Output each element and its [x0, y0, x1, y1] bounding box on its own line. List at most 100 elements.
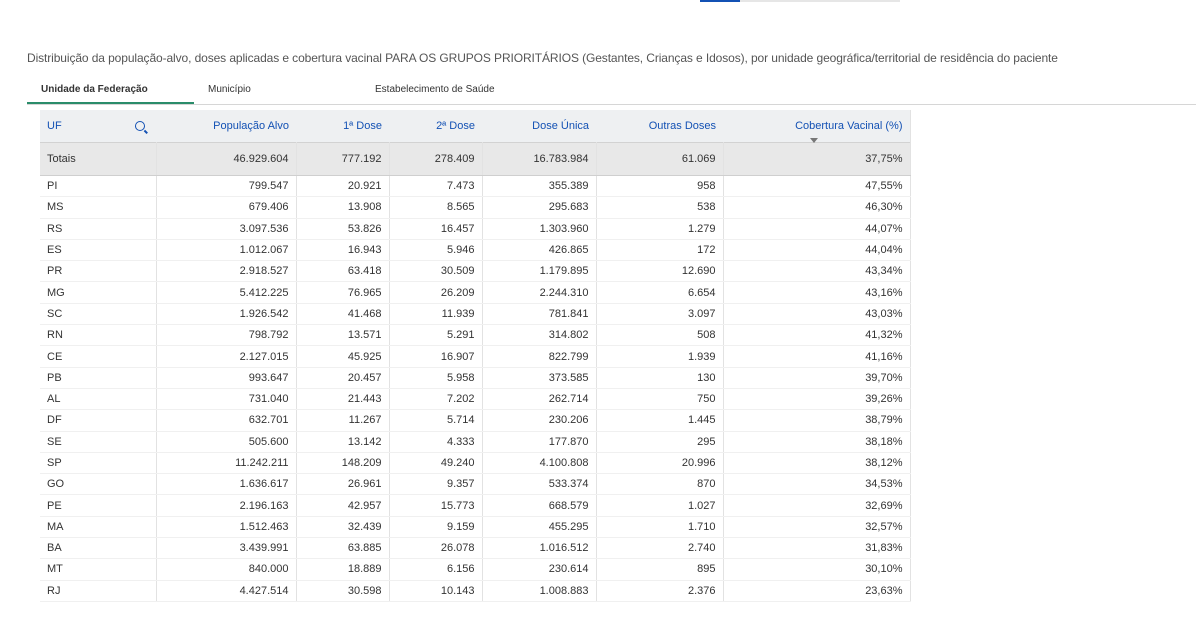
cell-dose2: 9.159 — [389, 516, 483, 539]
cell-cobertura: 43,34% — [723, 260, 911, 283]
cell-dose1: 148.209 — [296, 452, 390, 475]
cell-dose-unica: 314.802 — [482, 324, 597, 347]
table-row[interactable]: RS 3.097.536 53.826 16.457 1.303.960 1.279 44,… — [40, 218, 911, 240]
table-row[interactable]: RJ 4.427.514 30.598 10.143 1.008.883 2.376 23,… — [40, 580, 911, 602]
top-progress-segment — [700, 0, 740, 2]
cell-outras-doses: 895 — [596, 558, 724, 581]
cell-dose-unica: 1.303.960 — [482, 218, 597, 240]
cell-dose-unica: 373.585 — [482, 367, 597, 389]
cell-dose2: 7.473 — [389, 175, 483, 198]
cell-populacao: 679.406 — [156, 196, 297, 219]
cell-outras-doses: 295 — [596, 431, 724, 453]
column-header-dose2[interactable]: 2ª Dose — [389, 110, 482, 143]
table-row[interactable]: SE 505.600 13.142 4.333 177.870 295 38,18% — [40, 431, 911, 453]
cell-populacao: 5.412.225 — [156, 281, 297, 304]
cell-cobertura: 47,55% — [723, 175, 911, 198]
cell-uf: PI — [40, 175, 157, 198]
cell-dose2: 8.565 — [389, 196, 483, 219]
cell-dose2: 49.240 — [389, 452, 483, 475]
tab-unidade-federacao[interactable]: Unidade da Federação — [41, 84, 148, 95]
column-header-label: Cobertura Vacinal (%) — [795, 120, 903, 132]
cell-outras-doses: 1.279 — [596, 218, 724, 240]
totals-outras-doses: 61.069 — [596, 142, 724, 176]
column-header-dose-unica[interactable]: Dose Única — [482, 110, 596, 143]
table-row[interactable]: PE 2.196.163 42.957 15.773 668.579 1.027 32,69… — [40, 494, 911, 517]
table-row[interactable]: ES 1.012.067 16.943 5.946 426.865 172 44,04% — [40, 239, 911, 262]
cell-outras-doses: 20.996 — [596, 452, 724, 475]
column-header-dose1[interactable]: 1ª Dose — [296, 110, 389, 143]
cell-populacao: 1.636.617 — [156, 473, 297, 496]
cell-outras-doses: 870 — [596, 473, 724, 496]
cell-dose-unica: 1.008.883 — [482, 580, 597, 602]
table-row[interactable]: PR 2.918.527 63.418 30.509 1.179.895 12.690 43… — [40, 260, 911, 283]
table-row[interactable]: GO 1.636.617 26.961 9.357 533.374 870 34,53% — [40, 473, 911, 496]
cell-uf: RJ — [40, 580, 157, 602]
cell-uf: MA — [40, 516, 157, 539]
tab-municipio[interactable]: Município — [208, 84, 251, 95]
cell-dose2: 7.202 — [389, 388, 483, 411]
cell-populacao: 993.647 — [156, 367, 297, 389]
cell-populacao: 505.600 — [156, 431, 297, 453]
table-row[interactable]: MS 679.406 13.908 8.565 295.683 538 46,30% — [40, 196, 911, 219]
table-row[interactable]: AL 731.040 21.443 7.202 262.714 750 39,26% — [40, 388, 911, 411]
cell-outras-doses: 2.376 — [596, 580, 724, 602]
sort-desc-icon[interactable] — [810, 138, 819, 143]
table-row[interactable]: PI 799.547 20.921 7.473 355.389 958 47,55% — [40, 175, 911, 198]
table-header-row: UF População Alvo 1ª Dose 2ª Dose Dose Ú… — [40, 110, 911, 143]
cell-dose-unica: 1.016.512 — [482, 537, 597, 560]
cell-dose1: 45.925 — [296, 345, 390, 368]
column-header-populacao[interactable]: População Alvo — [156, 110, 296, 143]
cell-uf: DF — [40, 409, 157, 432]
cell-uf: GO — [40, 473, 157, 496]
cell-cobertura: 38,18% — [723, 431, 911, 453]
cell-dose2: 11.939 — [389, 303, 483, 326]
cell-dose1: 11.267 — [296, 409, 390, 432]
cell-uf: MS — [40, 196, 157, 219]
cell-outras-doses: 750 — [596, 388, 724, 411]
column-header-cobertura[interactable]: Cobertura Vacinal (%) — [723, 110, 911, 143]
cell-populacao: 4.427.514 — [156, 580, 297, 602]
search-icon[interactable] — [135, 121, 145, 131]
cell-outras-doses: 130 — [596, 367, 724, 389]
table-row[interactable]: SP 11.242.211 148.209 49.240 4.100.808 20.996… — [40, 452, 911, 475]
table-row[interactable]: PB 993.647 20.457 5.958 373.585 130 39,70% — [40, 367, 911, 389]
table-row[interactable]: MT 840.000 18.889 6.156 230.614 895 30,10% — [40, 558, 911, 581]
cell-dose-unica: 230.206 — [482, 409, 597, 432]
column-header-uf[interactable]: UF — [40, 110, 156, 143]
cell-cobertura: 39,70% — [723, 367, 911, 389]
cell-dose2: 26.209 — [389, 281, 483, 304]
cell-dose1: 16.943 — [296, 239, 390, 262]
cell-dose1: 20.921 — [296, 175, 390, 198]
table-row[interactable]: DF 632.701 11.267 5.714 230.206 1.445 38,79% — [40, 409, 911, 432]
cell-dose2: 5.958 — [389, 367, 483, 389]
table-row[interactable]: SC 1.926.542 41.468 11.939 781.841 3.097 43,03… — [40, 303, 911, 326]
cell-populacao: 632.701 — [156, 409, 297, 432]
cell-cobertura: 23,63% — [723, 580, 911, 602]
table-row[interactable]: MA 1.512.463 32.439 9.159 455.295 1.710 32,57% — [40, 516, 911, 539]
active-tab-indicator — [27, 102, 194, 104]
cell-dose-unica: 4.100.808 — [482, 452, 597, 475]
tab-estabelecimento[interactable]: Estabelecimento de Saúde — [375, 84, 495, 95]
cell-populacao: 840.000 — [156, 558, 297, 581]
cell-uf: MT — [40, 558, 157, 581]
cell-dose2: 5.291 — [389, 324, 483, 347]
cell-dose1: 13.571 — [296, 324, 390, 347]
table-row[interactable]: BA 3.439.991 63.885 26.078 1.016.512 2.740 31,… — [40, 537, 911, 560]
tab-bar: Unidade da Federação Município Estabelec… — [27, 78, 1196, 105]
table-row[interactable]: RN 798.792 13.571 5.291 314.802 508 41,32% — [40, 324, 911, 347]
cell-uf: SE — [40, 431, 157, 453]
cell-uf: PE — [40, 494, 157, 517]
cell-outras-doses: 12.690 — [596, 260, 724, 283]
cell-outras-doses: 1.710 — [596, 516, 724, 539]
cell-dose2: 9.357 — [389, 473, 483, 496]
cell-dose2: 4.333 — [389, 431, 483, 453]
cell-uf: SC — [40, 303, 157, 326]
table-row[interactable]: CE 2.127.015 45.925 16.907 822.799 1.939 41,16… — [40, 345, 911, 368]
table-row[interactable]: MG 5.412.225 76.965 26.209 2.244.310 6.654 43,… — [40, 281, 911, 304]
totals-dose2: 278.409 — [389, 142, 483, 176]
cell-populacao: 2.196.163 — [156, 494, 297, 517]
cell-dose1: 53.826 — [296, 218, 390, 240]
cell-outras-doses: 538 — [596, 196, 724, 219]
cell-populacao: 2.127.015 — [156, 345, 297, 368]
column-header-outras-doses[interactable]: Outras Doses — [596, 110, 723, 143]
